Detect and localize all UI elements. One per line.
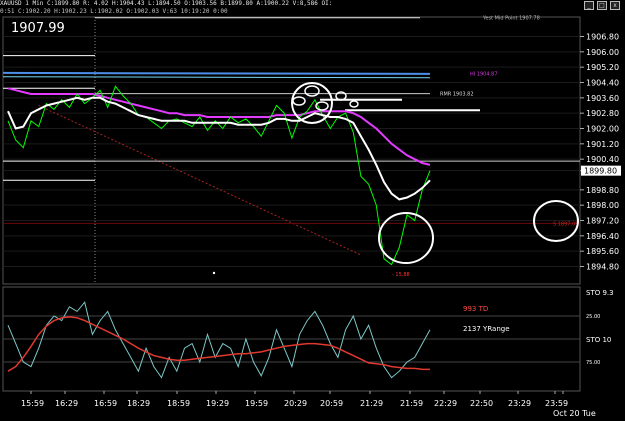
x-tick-label: 23:59 [545, 399, 568, 408]
x-tick-label: 23:29 [508, 399, 531, 408]
x-tick-label: 18:59 [167, 399, 190, 408]
small-highlight-circle [304, 85, 320, 97]
hi-line-blue [2, 71, 431, 75]
yest-mid-label: Yest Mid Point 1907.78 [482, 16, 540, 22]
y-tick-label: 1904.40 [586, 79, 619, 88]
osc-tick-label: STO 10 [586, 336, 611, 344]
hi-label: HI 1904.87 [470, 71, 498, 77]
osc-fast-line [7, 301, 431, 379]
price-chart: 1906.80 1906.00 1905.20 1904.40 1903.60 1902.… [2, 16, 621, 418]
x-tick-label: 16:29 [55, 399, 78, 408]
x-tick-label: 21:29 [360, 399, 383, 408]
small-highlight-circle [349, 100, 359, 108]
y-tick-label: 1897.20 [586, 217, 619, 226]
osc-tick-label: STO 9.3 [586, 289, 614, 297]
y-tick-label: 1906.80 [586, 33, 619, 42]
x-tick-label: 19:59 [245, 399, 268, 408]
hi-line-cyan [2, 76, 431, 79]
x-tick-label: 22:29 [434, 399, 457, 408]
drop-annotation: - 15.88 [392, 272, 410, 278]
dot-marker [212, 271, 216, 275]
y-tick-label: 1900.40 [586, 155, 619, 164]
y-tick-label: 1895.60 [586, 247, 619, 256]
y-tick-label: 1902.80 [586, 109, 619, 118]
x-tick-label: 22:50 [470, 399, 493, 408]
x-tick-label: 21:59 [400, 399, 423, 408]
yrange-label: 2137 YRange [463, 325, 510, 333]
x-tick-label: 20:29 [284, 399, 307, 408]
osc-tick-label: 25.00 [586, 314, 600, 320]
y-tick-label: 1903.60 [586, 94, 619, 103]
y-tick-label: 1901.20 [586, 140, 619, 149]
y-tick-label: 1902.00 [586, 125, 619, 134]
x-tick-label: Oct 20 Tue [553, 409, 596, 418]
x-tick-label: 16:59 [94, 399, 117, 408]
x-tick-label: 18:29 [127, 399, 150, 408]
y-tick-label: 1896.40 [586, 232, 619, 241]
osc-slow-line [7, 316, 430, 372]
y-tick-label: 1898.00 [586, 201, 619, 210]
td-label: 993 TD [463, 305, 488, 313]
x-tick-label: 19:29 [206, 399, 229, 408]
last-price-label: 1899.80 [584, 167, 617, 176]
x-tick-label: 20:59 [320, 399, 343, 408]
y-tick-label: 1898.80 [586, 186, 619, 195]
rmr-label: RMR 1903.82 [440, 92, 474, 98]
x-tick-label: 15:59 [21, 399, 44, 408]
s-label: S 1897.05 [553, 221, 578, 227]
main-panel-frame [2, 16, 581, 285]
chart-window: XAUUSD 1 Min C:1899.80 R: 4.02 H:1904.43… [0, 0, 625, 421]
y-tick-label: 1906.00 [586, 48, 619, 57]
osc-tick-label: 75.00 [586, 360, 600, 366]
y-tick-label: 1894.80 [586, 263, 619, 272]
y-tick-label: 1905.20 [586, 63, 619, 72]
